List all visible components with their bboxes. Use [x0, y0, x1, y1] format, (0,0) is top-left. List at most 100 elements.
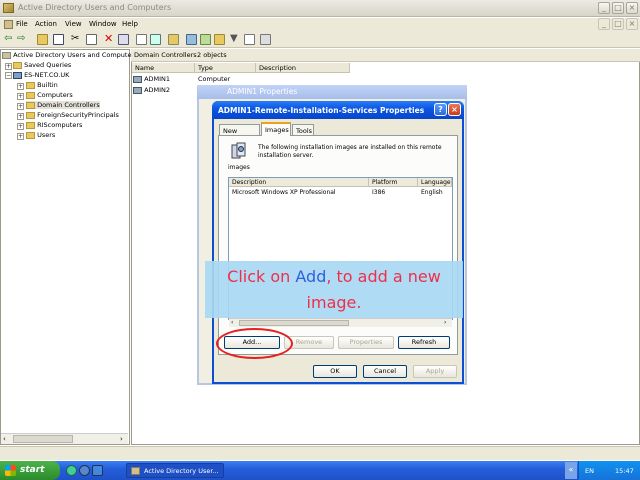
- annotation-ring: [216, 328, 293, 359]
- show-tree-icon[interactable]: [53, 34, 64, 45]
- new-group-icon[interactable]: [200, 34, 211, 45]
- table-row[interactable]: ADMIN1: [133, 75, 170, 83]
- delete-icon[interactable]: ✕: [104, 33, 115, 45]
- tree-item-builtin[interactable]: Builtin: [26, 81, 58, 89]
- folder-icon: [26, 121, 35, 129]
- properties-button[interactable]: Properties: [338, 336, 394, 349]
- column-header-name[interactable]: Name: [132, 63, 195, 73]
- forward-icon[interactable]: ⇨: [17, 34, 28, 45]
- images-icon-caption: images: [228, 164, 250, 171]
- close-button[interactable]: ×: [626, 2, 638, 14]
- list-header-language[interactable]: Language: [418, 178, 452, 187]
- dialog-help-button[interactable]: ?: [434, 103, 447, 116]
- column-header-description[interactable]: Description: [256, 63, 350, 73]
- scroll-thumb[interactable]: [13, 435, 73, 443]
- domain-icon: [13, 71, 22, 79]
- refresh-icon[interactable]: [136, 34, 147, 45]
- windows-logo-icon: [5, 465, 16, 476]
- up-folder-icon[interactable]: [37, 34, 48, 45]
- find-icon[interactable]: [244, 34, 255, 45]
- expand-toggle[interactable]: +: [17, 83, 24, 90]
- callout-text-post: , to add a new image.: [306, 267, 441, 312]
- expand-toggle[interactable]: +: [5, 63, 12, 70]
- menu-file[interactable]: File: [16, 20, 28, 28]
- cut-icon[interactable]: ✂: [71, 34, 82, 45]
- quicklaunch-icon[interactable]: [66, 465, 77, 476]
- tree-root[interactable]: Active Directory Users and Computers: [2, 51, 138, 59]
- cancel-button[interactable]: Cancel: [363, 365, 407, 378]
- ok-button[interactable]: OK: [313, 365, 357, 378]
- dialog-close-button[interactable]: ×: [448, 103, 461, 116]
- column-header-type[interactable]: Type: [195, 63, 256, 73]
- list-header-description[interactable]: Description: [229, 178, 369, 187]
- list-horizontal-scrollbar[interactable]: ‹ ›: [229, 318, 452, 327]
- tab-images[interactable]: Images: [261, 122, 291, 136]
- list-item-platform: I386: [372, 189, 386, 196]
- taskbar-app-button[interactable]: Active Directory User...: [126, 463, 224, 478]
- tree-label: Saved Queries: [24, 61, 72, 69]
- main-title-bar: Active Directory Users and Computers: [0, 0, 640, 17]
- export-list-icon[interactable]: [150, 34, 161, 45]
- list-header-platform[interactable]: Platform: [369, 178, 418, 187]
- aduc-icon: [131, 467, 140, 475]
- details-header-title: Domain Controllers: [134, 51, 197, 59]
- minimize-button[interactable]: _: [598, 2, 610, 14]
- scroll-left-icon[interactable]: ‹: [3, 435, 6, 443]
- new-ou-icon[interactable]: [214, 34, 225, 45]
- collapse-toggle[interactable]: −: [5, 72, 12, 79]
- expand-toggle[interactable]: +: [17, 133, 24, 140]
- expand-toggle[interactable]: +: [17, 123, 24, 130]
- expand-toggle[interactable]: +: [17, 93, 24, 100]
- menu-window[interactable]: Window: [89, 20, 117, 28]
- expand-toggle[interactable]: +: [17, 113, 24, 120]
- dialog-title: ADMIN1-Remote-Installation-Services Prop…: [212, 101, 464, 119]
- table-row[interactable]: ADMIN2: [133, 86, 170, 94]
- quicklaunch-icon[interactable]: [92, 465, 103, 476]
- scroll-right-icon[interactable]: ›: [444, 319, 446, 326]
- app-icon: [3, 3, 14, 13]
- language-indicator[interactable]: EN: [585, 467, 594, 475]
- properties-icon[interactable]: [118, 34, 129, 45]
- menu-help[interactable]: Help: [122, 20, 138, 28]
- tree-item-computers[interactable]: Computers: [26, 91, 73, 99]
- list-item-description[interactable]: Microsoft Windows XP Professional: [232, 189, 336, 196]
- help-icon[interactable]: [168, 34, 179, 45]
- start-button[interactable]: start: [0, 461, 60, 480]
- filter-icon[interactable]: ▼: [230, 34, 241, 45]
- tree-item-saved-queries[interactable]: Saved Queries: [13, 61, 71, 69]
- callout-text-pre: Click on: [227, 267, 296, 286]
- menu-action[interactable]: Action: [35, 20, 57, 28]
- child-minimize-button[interactable]: _: [598, 18, 610, 30]
- images-icon: [231, 142, 246, 162]
- scroll-thumb[interactable]: [239, 320, 349, 326]
- refresh-button[interactable]: Refresh: [398, 336, 450, 349]
- status-bar: [0, 446, 640, 460]
- back-icon[interactable]: ⇦: [4, 34, 15, 45]
- tree-item-riscomputers[interactable]: RIScomputers: [26, 121, 82, 129]
- maximize-button[interactable]: □: [612, 2, 624, 14]
- child-close-button[interactable]: ×: [626, 18, 638, 30]
- new-user-icon[interactable]: [186, 34, 197, 45]
- tree-item-users[interactable]: Users: [26, 131, 55, 139]
- apply-button[interactable]: Apply: [413, 365, 457, 378]
- add-to-group-icon[interactable]: [260, 34, 271, 45]
- folder-icon: [26, 131, 35, 139]
- child-restore-button[interactable]: □: [612, 18, 624, 30]
- tree-label: ES-NET.CO.UK: [24, 71, 70, 79]
- tree-horizontal-scrollbar[interactable]: ‹ ›: [1, 433, 128, 444]
- clock[interactable]: 15:47: [615, 467, 634, 475]
- scroll-right-icon[interactable]: ›: [120, 435, 123, 443]
- tray-expand-icon[interactable]: «: [565, 462, 577, 479]
- tree-item-foreign-security-principals[interactable]: ForeignSecurityPrincipals: [26, 111, 119, 119]
- expand-toggle[interactable]: +: [17, 103, 24, 110]
- start-label: start: [20, 465, 45, 475]
- row-name: ADMIN2: [144, 86, 171, 94]
- tree-label: Domain Controllers: [37, 101, 100, 109]
- tree-item-domain[interactable]: ES-NET.CO.UK: [13, 71, 69, 79]
- computer-icon: [133, 86, 142, 94]
- quicklaunch-icon[interactable]: [79, 465, 90, 476]
- menu-view[interactable]: View: [65, 20, 82, 28]
- scroll-left-icon[interactable]: ‹: [231, 319, 233, 326]
- tree-item-domain-controllers[interactable]: Domain Controllers: [26, 101, 100, 109]
- copy-icon[interactable]: [86, 34, 97, 45]
